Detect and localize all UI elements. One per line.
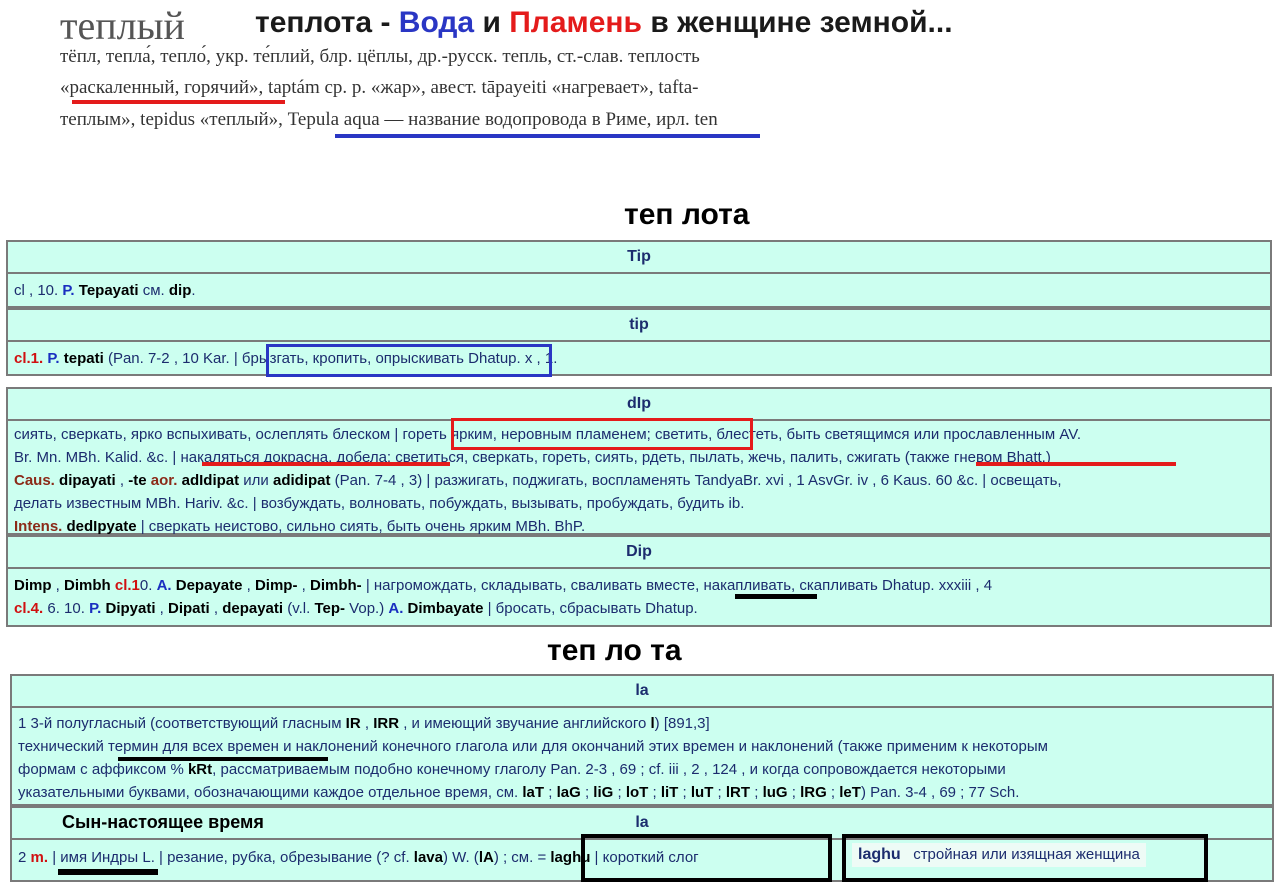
entry-line: cl.4. 6. 10. P. Dipyati , Dipati , depay… xyxy=(14,600,698,617)
title-part: в женщине земной... xyxy=(641,6,953,39)
title-part: теплота - xyxy=(255,6,399,39)
black-underline xyxy=(58,869,158,875)
entry-header: Dip xyxy=(8,537,1270,569)
headword: теплый xyxy=(60,3,185,48)
highlight-box xyxy=(266,344,552,377)
etymology-line-2: «раскаленный, горячий», taptám ср. р. «ж… xyxy=(60,77,699,98)
entry-line: cl.1. P. tepati (Pan. 7-2 , 10 Kar. | бр… xyxy=(14,350,558,367)
entry-line: технический термин для всех времен и нак… xyxy=(18,738,1048,755)
etymology-line-3: теплым», tepidus «теплый», Tepula aqua —… xyxy=(60,109,718,130)
dictionary-entry-la-1: la 1 3-й полугласный (соответствующий гл… xyxy=(10,674,1274,806)
blue-underline xyxy=(335,134,760,138)
entry-header: Tip xyxy=(8,242,1270,274)
section-title: теп ло та xyxy=(547,634,682,667)
entry-header: la xyxy=(12,676,1272,708)
entry-line: указательными буквами, обозначающими каж… xyxy=(18,784,1020,801)
caption: Сын-настоящее время xyxy=(62,812,264,832)
entry-line: Br. Mn. MBh. Kalid. &c. | накаляться док… xyxy=(14,449,1051,466)
page-title: теплота - Вода и Пламень в женщине земно… xyxy=(255,6,953,40)
entry-line: Caus. dipayati , -te aor. adIdipat или a… xyxy=(14,472,1062,489)
black-underline xyxy=(735,594,817,599)
highlight-box xyxy=(451,418,753,450)
dictionary-entry-Tip: Tip cl , 10. P. Tepayati см. dip. xyxy=(6,240,1272,308)
entry-line: формам с аффиксом % kRt, рассматриваемым… xyxy=(18,761,1006,778)
highlight-box xyxy=(581,834,832,882)
red-underline xyxy=(202,462,450,466)
black-underline xyxy=(118,757,328,761)
title-flame: Пламень xyxy=(509,6,642,39)
red-underline xyxy=(72,100,285,104)
section-title: теп лота xyxy=(624,198,750,231)
dictionary-entry-Dip: Dip Dimp , Dimbh cl.10. A. Depayate , Di… xyxy=(6,535,1272,627)
red-underline xyxy=(976,462,1176,466)
entry-line: Dimp , Dimbh cl.10. A. Depayate , Dimp- … xyxy=(14,577,993,594)
title-part: и xyxy=(474,6,510,39)
title-water: Вода xyxy=(398,6,475,39)
entry-line: делать известным MBh. Hariv. &c. | возбу… xyxy=(14,495,745,512)
entry-header: dIp xyxy=(8,389,1270,421)
entry-line: cl , 10. P. Tepayati см. dip. xyxy=(14,282,196,299)
dictionary-entry-tip: tip cl.1. P. tepati (Pan. 7-2 , 10 Kar. … xyxy=(6,308,1272,376)
side-definition: laghu стройная или изящная женщина xyxy=(852,843,1146,867)
entry-header: tip xyxy=(8,310,1270,342)
etymology-line-1: тёпл, тепла́, тепло́, укр. те́плий, блр.… xyxy=(60,46,700,67)
entry-line: 1 3-й полугласный (соответствующий гласн… xyxy=(18,715,710,732)
dictionary-entry-dip: dIp сиять, сверкать, ярко вспыхивать, ос… xyxy=(6,387,1272,535)
